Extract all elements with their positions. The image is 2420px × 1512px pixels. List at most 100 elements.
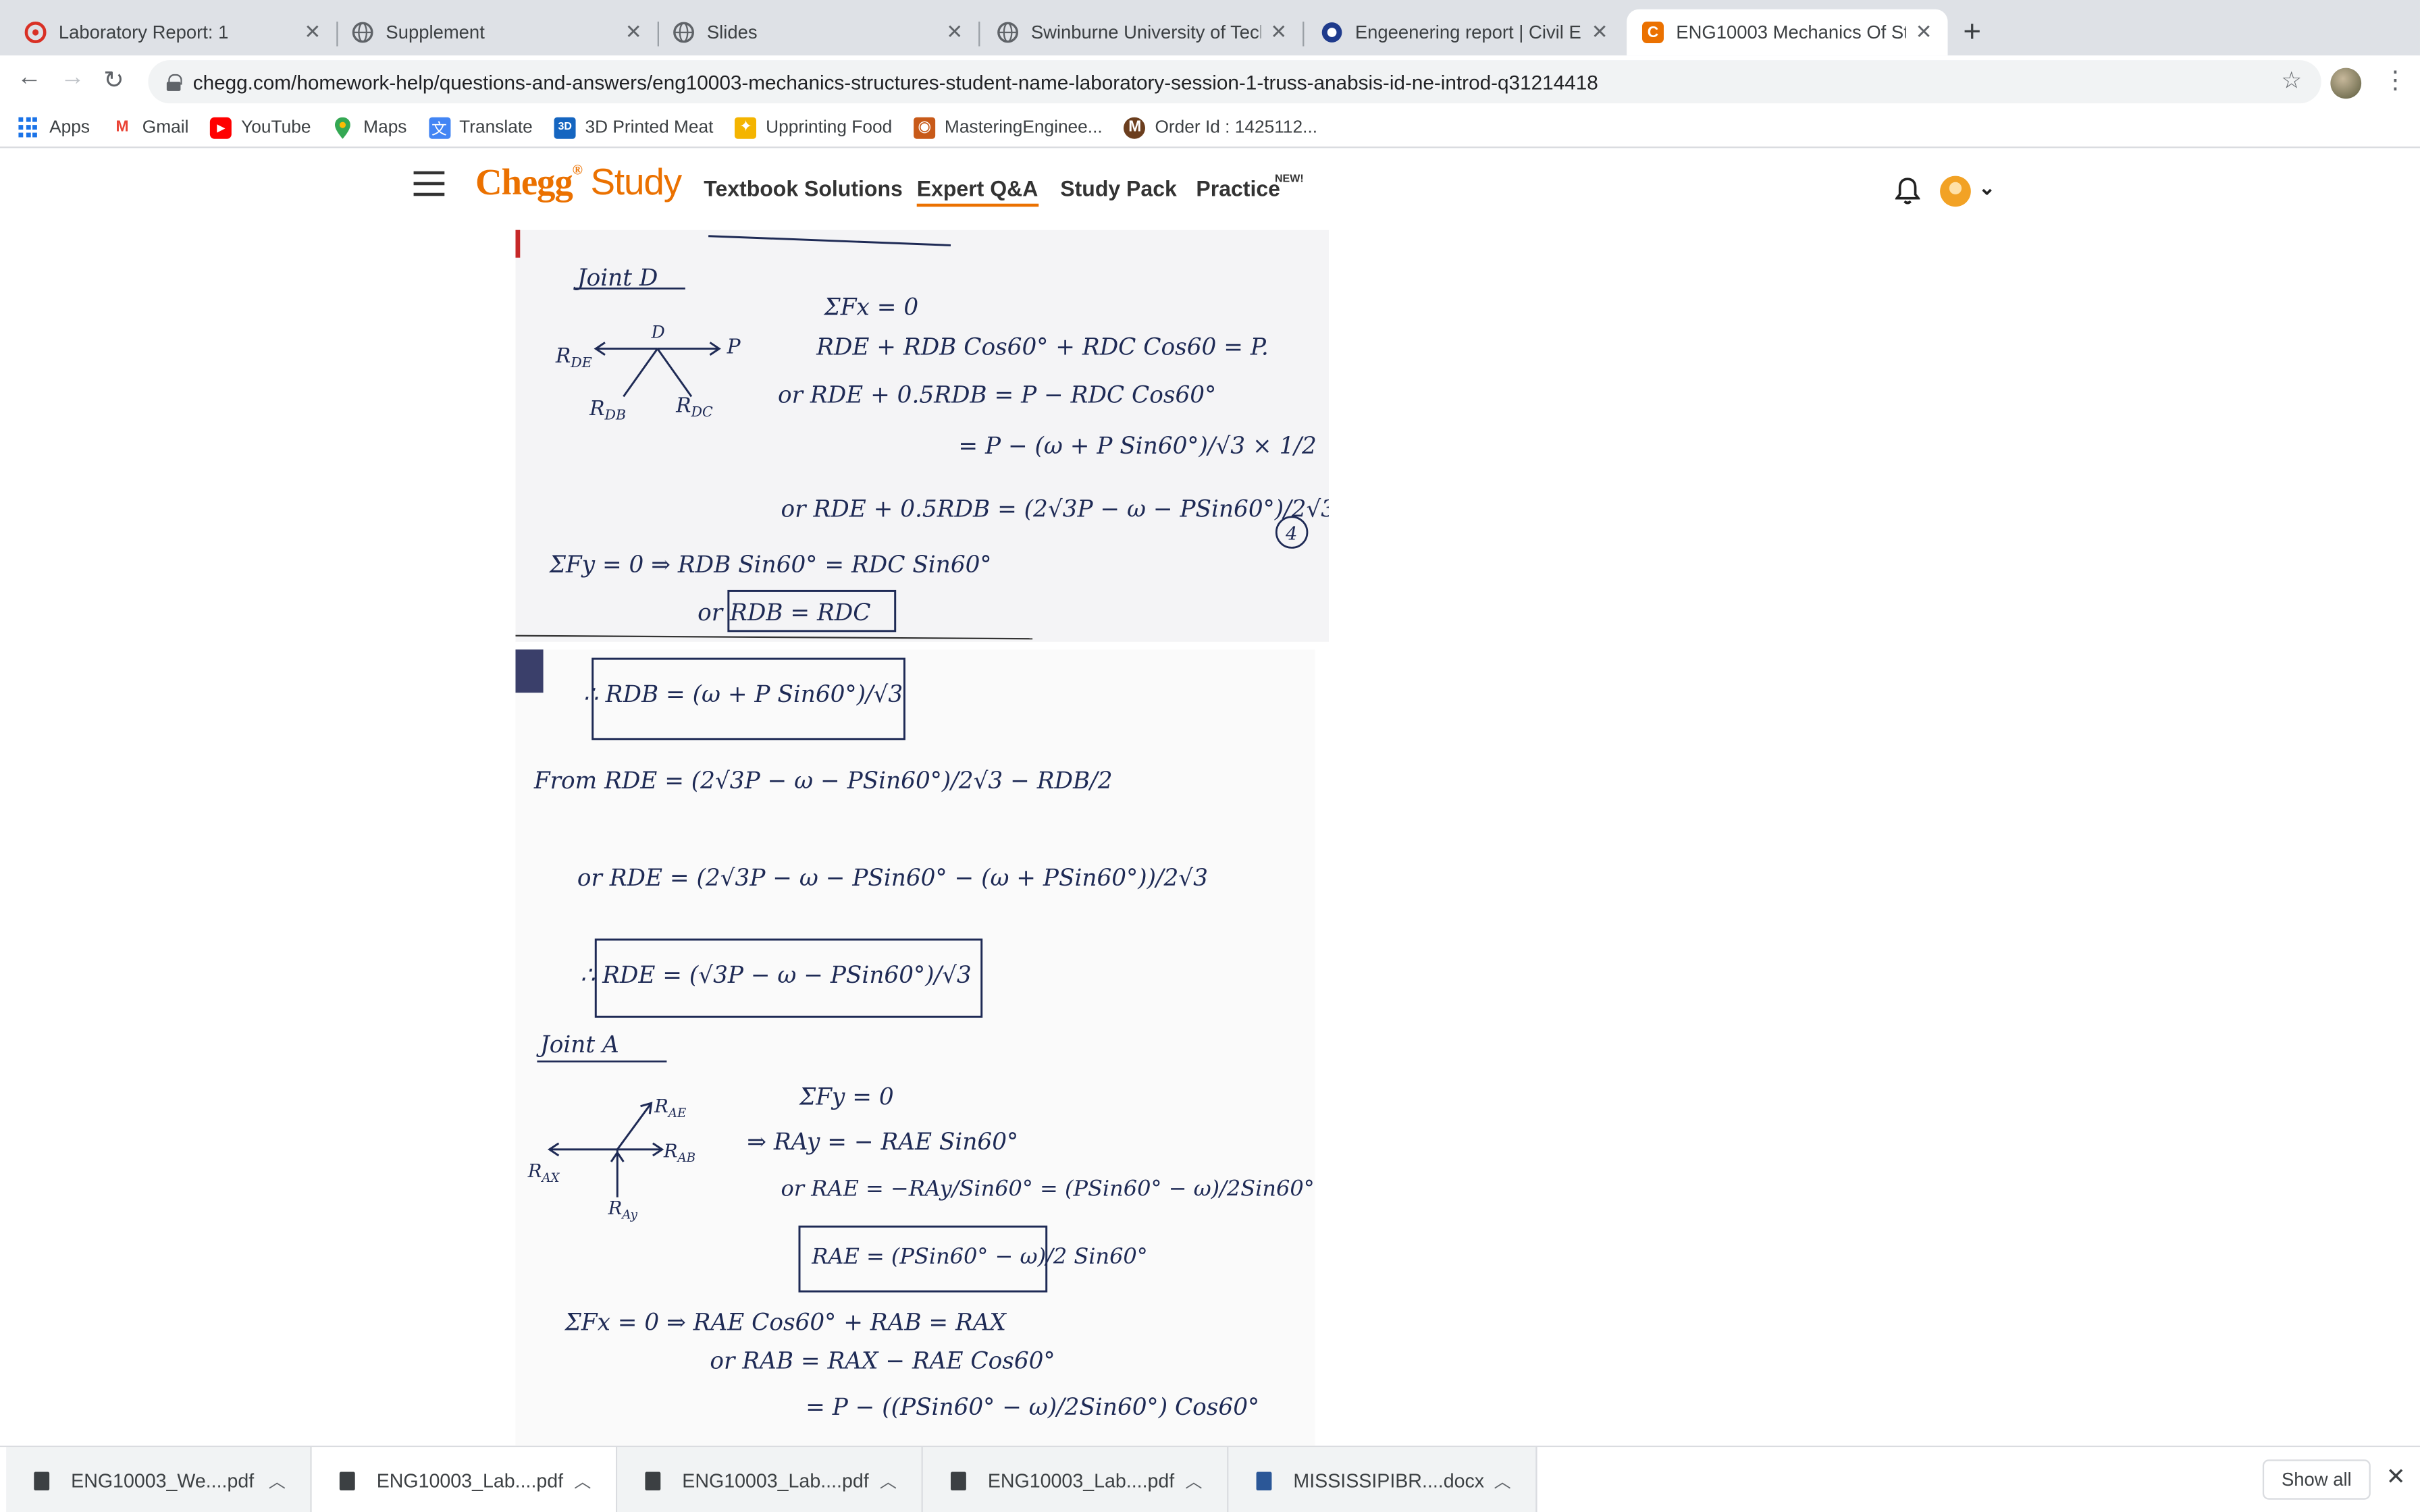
menu-kebab-icon[interactable]: ⋮ xyxy=(2383,65,2408,96)
translate-icon: 文 xyxy=(428,116,450,139)
chegg-study-logo[interactable]: Chegg® Study xyxy=(475,162,682,205)
eq-line: ΣFy = 0 xyxy=(798,1084,894,1111)
eq-line: ⇒ RAy = − RAE Sin60° xyxy=(747,1129,1018,1156)
bookmarks-bar: Apps M Gmail ▶ YouTube Maps 文 Translate … xyxy=(0,107,2420,148)
pdf-file-icon xyxy=(34,1471,50,1490)
chevron-up-icon[interactable]: ︿ xyxy=(1185,1469,1202,1494)
tab-divider xyxy=(1303,21,1305,47)
close-icon[interactable]: ✕ xyxy=(1270,20,1287,45)
tab-title: Engeenering report | Civil Engi xyxy=(1354,21,1583,43)
close-icon[interactable]: ✕ xyxy=(625,20,642,45)
bookmark-translate[interactable]: 文 Translate xyxy=(428,116,533,139)
mastering-icon: ◉ xyxy=(914,116,936,138)
upprinting-icon: ✦ xyxy=(735,116,757,138)
back-arrow-icon[interactable]: ← xyxy=(17,65,42,92)
eq-line: RDE + RDB Cos60° + RDC Cos60 = P. xyxy=(816,334,1269,361)
nav-practice[interactable]: Practice xyxy=(1196,176,1280,201)
joint-d-heading: Joint D xyxy=(573,265,658,292)
tab-engineering-report[interactable]: Engeenering report | Civil Engi ✕ xyxy=(1306,9,1624,56)
eq-line: ΣFy = 0 ⇒ RDB Sin60° = RDC Sin60° xyxy=(548,551,992,578)
studocu-icon xyxy=(1321,22,1343,43)
swinburne-icon xyxy=(24,22,47,43)
tab-title: Supplement xyxy=(386,21,485,43)
new-tab-plus-icon[interactable]: + xyxy=(1963,16,1981,51)
download-shelf: ENG10003_We....pdf ︿ ENG10003_Lab....pdf… xyxy=(0,1445,2420,1512)
tab-laboratory-report[interactable]: Laboratory Report: 1 ✕ xyxy=(9,9,337,56)
tab-title: Laboratory Report: 1 xyxy=(58,21,229,43)
3d-icon: 3D xyxy=(554,116,576,138)
user-avatar[interactable] xyxy=(1940,176,1971,207)
eq-boxed: or RDB = RDC xyxy=(698,599,870,626)
reload-icon[interactable]: ↻ xyxy=(103,65,124,96)
tab-slides[interactable]: Slides ✕ xyxy=(658,9,978,56)
eq-line: or RAE = −RAy/Sin60° = (PSin60° − ω)/2Si… xyxy=(781,1175,1315,1201)
handwritten-solution: Joint D D RDE P RDB RDC ΣFx = 0 RDE + RD… xyxy=(515,230,1329,1446)
tab-chegg-active[interactable]: C ENG10003 Mechanics Of Struc ✕ xyxy=(1627,9,1948,56)
chevron-up-icon[interactable]: ︿ xyxy=(880,1469,897,1494)
tab-swinburne[interactable]: Swinburne University of Techn ✕ xyxy=(982,9,1303,56)
download-item[interactable]: ENG10003_Lab....pdf ︿ xyxy=(311,1447,618,1512)
order-icon: M xyxy=(1124,116,1146,138)
joint-a-heading: Joint A xyxy=(536,1031,619,1058)
chevron-down-icon[interactable]: ⌄ xyxy=(1978,176,1995,201)
chevron-up-icon[interactable]: ︿ xyxy=(574,1469,591,1494)
bookmark-gmail[interactable]: M Gmail xyxy=(111,117,189,138)
tab-strip: Laboratory Report: 1 ✕ Supplement ✕ Slid… xyxy=(0,0,2420,56)
bookmark-maps[interactable]: Maps xyxy=(332,116,406,138)
word-file-icon xyxy=(1256,1471,1272,1490)
pdf-file-icon xyxy=(645,1471,661,1490)
download-item[interactable]: ENG10003_Lab....pdf ︿ xyxy=(922,1447,1229,1512)
eq-line: From RDE = (2√3P − ω − PSin60°)/2√3 − RD… xyxy=(533,767,1113,794)
close-icon[interactable]: ✕ xyxy=(946,20,963,45)
lock-icon xyxy=(166,73,182,90)
solution-image: Joint D D RDE P RDB RDC ΣFx = 0 RDE + RD… xyxy=(515,230,1329,1446)
pdf-file-icon xyxy=(950,1471,966,1490)
new-badge: NEW! xyxy=(1274,174,1304,186)
close-icon[interactable]: ✕ xyxy=(304,20,321,45)
tab-supplement[interactable]: Supplement ✕ xyxy=(336,9,657,56)
eq-line: or RDE + 0.5RDB = (2√3P − ω − PSin60°)/2… xyxy=(781,496,1329,523)
browser-toolbar: ← → ↻ chegg.com/homework-help/questions-… xyxy=(0,55,2420,108)
forward-arrow-icon[interactable]: → xyxy=(60,65,85,92)
download-item[interactable]: ENG10003_We....pdf ︿ xyxy=(6,1447,312,1512)
profile-avatar[interactable] xyxy=(2330,68,2362,99)
tab-title: ENG10003 Mechanics Of Struc xyxy=(1676,21,1906,43)
tab-title: Swinburne University of Techn xyxy=(1030,21,1261,43)
bookmark-order-id[interactable]: M Order Id : 1425112... xyxy=(1124,116,1317,138)
globe-icon xyxy=(997,22,1019,43)
eq-boxed: ∴ RDE = (√3P − ω − PSin60°)/√3 xyxy=(580,962,971,989)
youtube-icon: ▶ xyxy=(210,116,232,138)
bookmark-apps[interactable]: Apps xyxy=(18,116,90,138)
nav-expert-qa[interactable]: Expert Q&A xyxy=(916,176,1038,207)
maps-pin-icon xyxy=(332,116,354,138)
address-bar[interactable]: chegg.com/homework-help/questions-and-an… xyxy=(148,60,2321,104)
svg-text:P: P xyxy=(727,335,741,358)
eq-boxed: RAE = (PSin60° − ω)/2 Sin60° xyxy=(811,1243,1148,1269)
download-item[interactable]: ENG10003_Lab....pdf ︿ xyxy=(617,1447,923,1512)
bell-icon[interactable] xyxy=(1895,178,1920,205)
bookmark-mastering-engineering[interactable]: ◉ MasteringEnginee... xyxy=(914,116,1103,138)
url-text: chegg.com/homework-help/questions-and-an… xyxy=(192,70,1598,94)
bookmark-youtube[interactable]: ▶ YouTube xyxy=(210,116,311,138)
bookmark-star-icon[interactable]: ☆ xyxy=(2281,66,2302,94)
chevron-up-icon[interactable]: ︿ xyxy=(1494,1469,1511,1494)
bookmark-3d-printed-meat[interactable]: 3D 3D Printed Meat xyxy=(554,116,713,138)
hamburger-menu-icon[interactable] xyxy=(413,171,445,196)
apps-grid-icon xyxy=(18,116,40,138)
chevron-up-icon[interactable]: ︿ xyxy=(269,1469,286,1494)
download-item[interactable]: MISSISSIPIBR....docx ︿ xyxy=(1228,1447,1537,1512)
close-icon[interactable]: ✕ xyxy=(2386,1463,2406,1490)
eq-line: = P − ((PSin60° − ω)/2Sin60°) Cos60° xyxy=(806,1394,1259,1421)
bookmark-upprinting-food[interactable]: ✦ Upprinting Food xyxy=(735,116,892,138)
eq-line: or RDE + 0.5RDB = P − RDC Cos60° xyxy=(778,382,1216,409)
close-icon[interactable]: ✕ xyxy=(1592,20,1608,45)
show-all-button[interactable]: Show all xyxy=(2262,1459,2371,1500)
eq-line: ΣFx = 0 ⇒ RAE Cos60° + RAB = RAX xyxy=(564,1309,1007,1336)
tab-divider xyxy=(978,21,980,47)
gmail-icon: M xyxy=(115,118,129,136)
close-icon[interactable]: ✕ xyxy=(1916,20,1932,45)
nav-study-pack[interactable]: Study Pack xyxy=(1060,176,1177,201)
svg-text:4: 4 xyxy=(1285,524,1297,545)
eq-line: or RAB = RAX − RAE Cos60° xyxy=(710,1347,1055,1374)
nav-textbook-solutions[interactable]: Textbook Solutions xyxy=(704,176,903,201)
